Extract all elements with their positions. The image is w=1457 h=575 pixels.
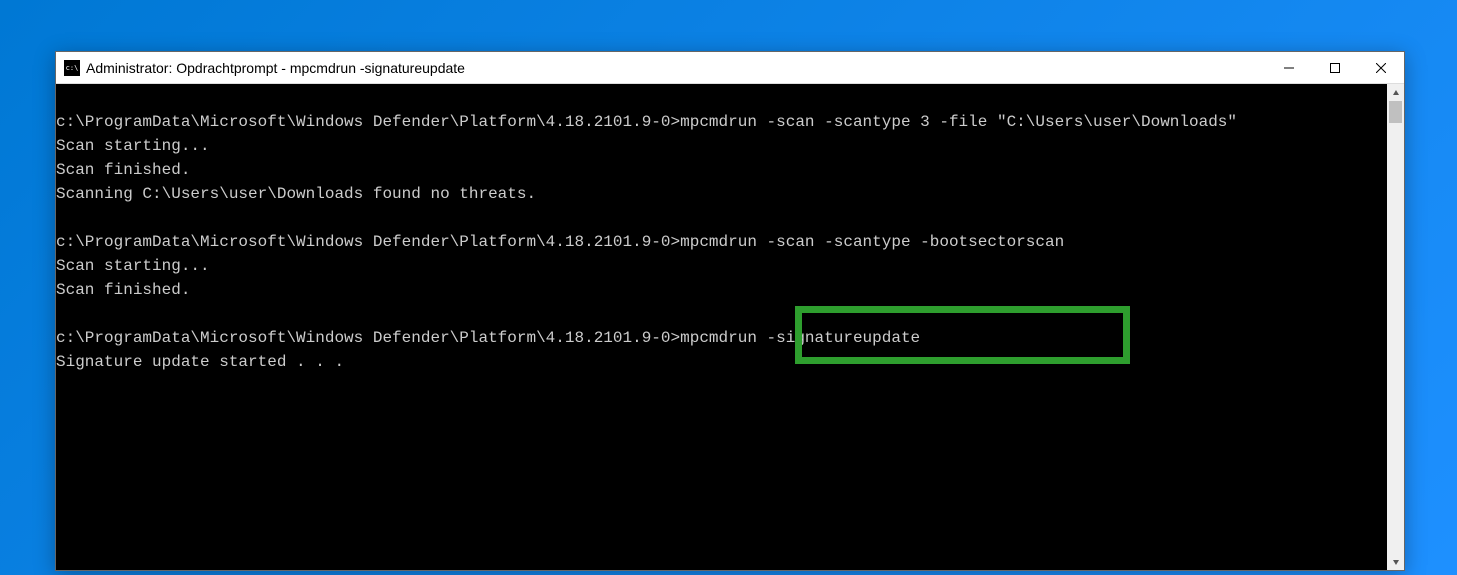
terminal-line [56,305,66,323]
vertical-scrollbar[interactable] [1387,84,1404,570]
terminal-line: Scanning C:\Users\user\Downloads found n… [56,185,536,203]
titlebar[interactable]: Administrator: Opdrachtprompt - mpcmdrun… [56,52,1404,84]
close-button[interactable] [1358,52,1404,83]
terminal-area: c:\ProgramData\Microsoft\Windows Defende… [56,84,1404,570]
terminal-line: Scan starting... [56,257,210,275]
terminal-line: c:\ProgramData\Microsoft\Windows Defende… [56,329,920,347]
cmd-window: Administrator: Opdrachtprompt - mpcmdrun… [55,51,1405,571]
cmd-icon [64,60,80,76]
maximize-button[interactable] [1312,52,1358,83]
window-controls [1266,52,1404,83]
terminal-line: c:\ProgramData\Microsoft\Windows Defende… [56,113,1237,131]
terminal-output[interactable]: c:\ProgramData\Microsoft\Windows Defende… [56,84,1387,570]
scroll-up-icon[interactable] [1387,84,1404,101]
minimize-button[interactable] [1266,52,1312,83]
terminal-line: c:\ProgramData\Microsoft\Windows Defende… [56,233,1064,251]
terminal-line [56,209,66,227]
terminal-line: Signature update started . . . [56,353,344,371]
window-title: Administrator: Opdrachtprompt - mpcmdrun… [86,60,1266,76]
terminal-line: Scan finished. [56,161,190,179]
terminal-line: Scan starting... [56,137,210,155]
terminal-line: Scan finished. [56,281,190,299]
scroll-down-icon[interactable] [1387,553,1404,570]
